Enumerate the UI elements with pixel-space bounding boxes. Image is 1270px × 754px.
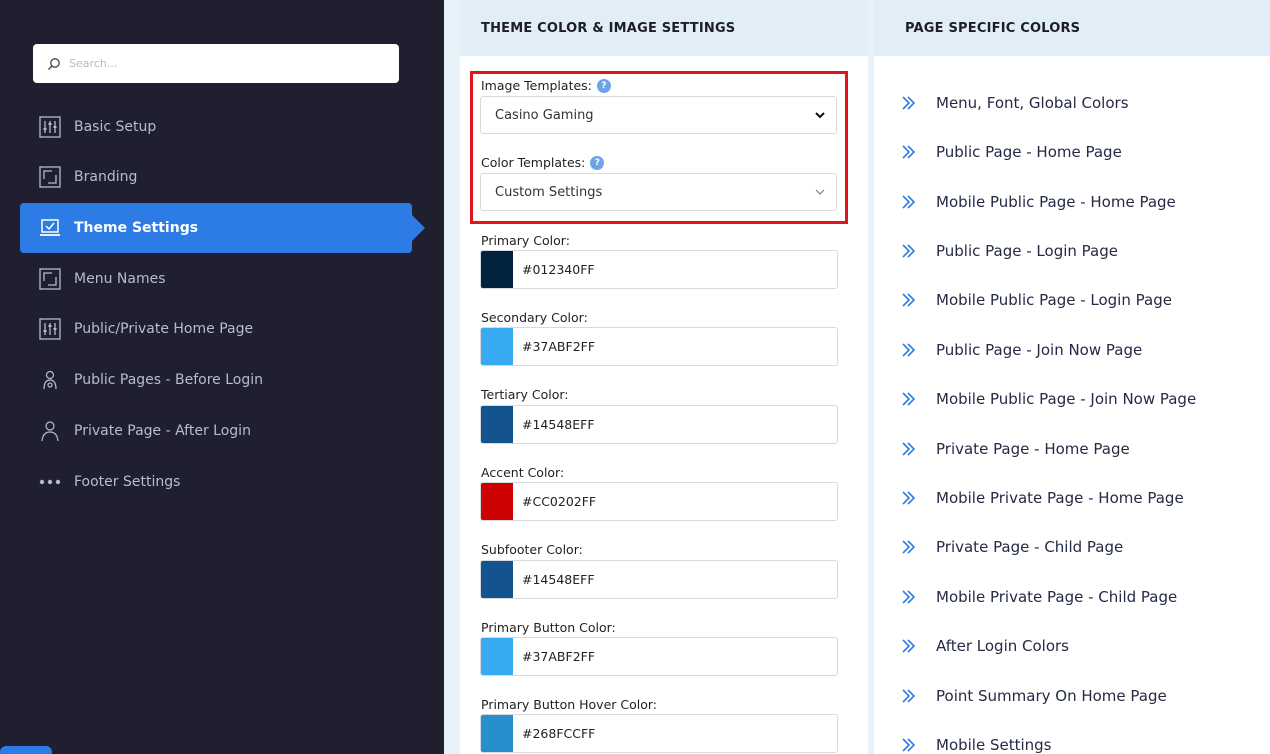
tertiary-color-field[interactable]: #14548EFF: [480, 405, 838, 444]
tertiary-color-label: Tertiary Color:: [481, 387, 569, 402]
sidebar-item-private-page[interactable]: Private Page - After Login: [20, 406, 412, 456]
color-templates-select[interactable]: Custom Settings: [480, 173, 837, 211]
page-colors-title: PAGE SPECIFIC COLORS: [874, 0, 1270, 56]
primary-button-hover-color-field[interactable]: #268FCCFF: [480, 714, 838, 753]
chevron-right-icon: [902, 96, 916, 110]
page-link[interactable]: Mobile Public Page - Join Now Page: [900, 390, 1196, 408]
color-swatch[interactable]: [481, 251, 513, 288]
primary-button-color-label: Primary Button Color:: [481, 620, 616, 635]
chevron-right-icon: [902, 293, 916, 307]
chevron-right-icon: [902, 639, 916, 653]
color-swatch[interactable]: [481, 328, 513, 365]
color-hex-value: #37ABF2FF: [522, 339, 596, 354]
user-icon: [38, 419, 62, 443]
chevron-right-icon: [902, 689, 916, 703]
color-swatch[interactable]: [481, 483, 513, 520]
sidebar-item-home-page[interactable]: Public/Private Home Page: [20, 304, 412, 354]
sidebar-item-label: Footer Settings: [74, 474, 181, 490]
panel-gutter: [444, 0, 460, 754]
sidebar-item-label: Public Pages - Before Login: [74, 372, 264, 388]
chevron-down-icon: [815, 189, 825, 195]
page-link[interactable]: Public Page - Home Page: [900, 143, 1122, 161]
search-icon: [48, 57, 60, 70]
chevron-right-icon: [902, 491, 916, 505]
accent-color-field[interactable]: #CC0202FF: [480, 482, 838, 521]
search-input[interactable]: [69, 57, 369, 70]
more-dots-icon: [38, 470, 62, 494]
page-link[interactable]: Public Page - Join Now Page: [900, 341, 1142, 359]
frame-icon: [38, 267, 62, 291]
secondary-color-field[interactable]: #37ABF2FF: [480, 327, 838, 366]
secondary-color-label: Secondary Color:: [481, 310, 588, 325]
chevron-right-icon: [902, 738, 916, 752]
page-link[interactable]: Mobile Private Page - Home Page: [900, 489, 1184, 507]
help-icon[interactable]: ?: [596, 78, 611, 93]
page-link[interactable]: Private Page - Home Page: [900, 440, 1130, 458]
color-hex-value: #012340FF: [522, 262, 595, 277]
sidebar-item-branding[interactable]: Branding: [20, 152, 412, 202]
color-hex-value: #14548EFF: [522, 572, 595, 587]
sidebar-item-label: Branding: [74, 169, 138, 185]
sidebar-item-label: Basic Setup: [74, 119, 157, 135]
page-link[interactable]: Mobile Private Page - Child Page: [900, 588, 1177, 606]
page-link[interactable]: Mobile Settings: [900, 736, 1052, 754]
color-swatch[interactable]: [481, 715, 513, 752]
page-link[interactable]: Mobile Public Page - Home Page: [900, 193, 1176, 211]
subfooter-color-label: Subfooter Color:: [481, 542, 583, 557]
accent-color-label: Accent Color:: [481, 465, 565, 480]
sliders-icon: [38, 115, 62, 139]
sliders-icon: [38, 317, 62, 341]
chevron-down-icon: [815, 112, 825, 119]
page-link[interactable]: Menu, Font, Global Colors: [900, 94, 1129, 112]
sidebar: Basic Setup Branding Theme Settings Menu…: [0, 0, 444, 754]
color-hex-value: #14548EFF: [522, 417, 595, 432]
scroll-indicator[interactable]: [0, 746, 52, 754]
help-icon[interactable]: ?: [590, 155, 605, 170]
search-box[interactable]: [33, 44, 399, 83]
color-templates-label: Color Templates: ?: [481, 155, 605, 170]
page-link[interactable]: Point Summary On Home Page: [900, 687, 1167, 705]
page-link[interactable]: Public Page - Login Page: [900, 242, 1118, 260]
sidebar-item-public-pages[interactable]: Public Pages - Before Login: [20, 355, 412, 405]
chevron-right-icon: [902, 195, 916, 209]
color-swatch[interactable]: [481, 561, 513, 598]
color-hex-value: #37ABF2FF: [522, 649, 596, 664]
theme-panel-title: THEME COLOR & IMAGE SETTINGS: [460, 0, 868, 56]
chevron-right-icon: [902, 343, 916, 357]
frame-icon: [38, 165, 62, 189]
page-link[interactable]: After Login Colors: [900, 637, 1069, 655]
primary-button-color-field[interactable]: #37ABF2FF: [480, 637, 838, 676]
laptop-check-icon: [38, 216, 62, 240]
chevron-right-icon: [902, 590, 916, 604]
chevron-right-icon: [902, 392, 916, 406]
chevron-right-icon: [902, 244, 916, 258]
sidebar-item-basic-setup[interactable]: Basic Setup: [20, 102, 412, 152]
chevron-right-icon: [902, 442, 916, 456]
color-swatch[interactable]: [481, 406, 513, 443]
sidebar-item-label: Public/Private Home Page: [74, 321, 254, 337]
primary-button-hover-color-label: Primary Button Hover Color:: [481, 697, 657, 712]
chevron-right-icon: [902, 540, 916, 554]
subfooter-color-field[interactable]: #14548EFF: [480, 560, 838, 599]
sidebar-item-theme-settings[interactable]: Theme Settings: [20, 203, 425, 253]
sidebar-item-label: Private Page - After Login: [74, 423, 251, 439]
chevron-right-icon: [902, 145, 916, 159]
sidebar-item-label: Theme Settings: [74, 220, 199, 236]
user-gear-icon: [38, 368, 62, 392]
page-link[interactable]: Private Page - Child Page: [900, 538, 1123, 556]
primary-color-label: Primary Color:: [481, 233, 570, 248]
color-hex-value: #268FCCFF: [522, 726, 596, 741]
page-link[interactable]: Mobile Public Page - Login Page: [900, 291, 1172, 309]
primary-color-field[interactable]: #012340FF: [480, 250, 838, 289]
sidebar-item-label: Menu Names: [74, 271, 166, 287]
color-hex-value: #CC0202FF: [522, 494, 597, 509]
sidebar-item-footer-settings[interactable]: Footer Settings: [20, 457, 412, 507]
image-templates-select[interactable]: Casino Gaming: [480, 96, 837, 134]
color-swatch[interactable]: [481, 638, 513, 675]
sidebar-item-menu-names[interactable]: Menu Names: [20, 254, 412, 304]
image-templates-label: Image Templates: ?: [481, 78, 611, 93]
